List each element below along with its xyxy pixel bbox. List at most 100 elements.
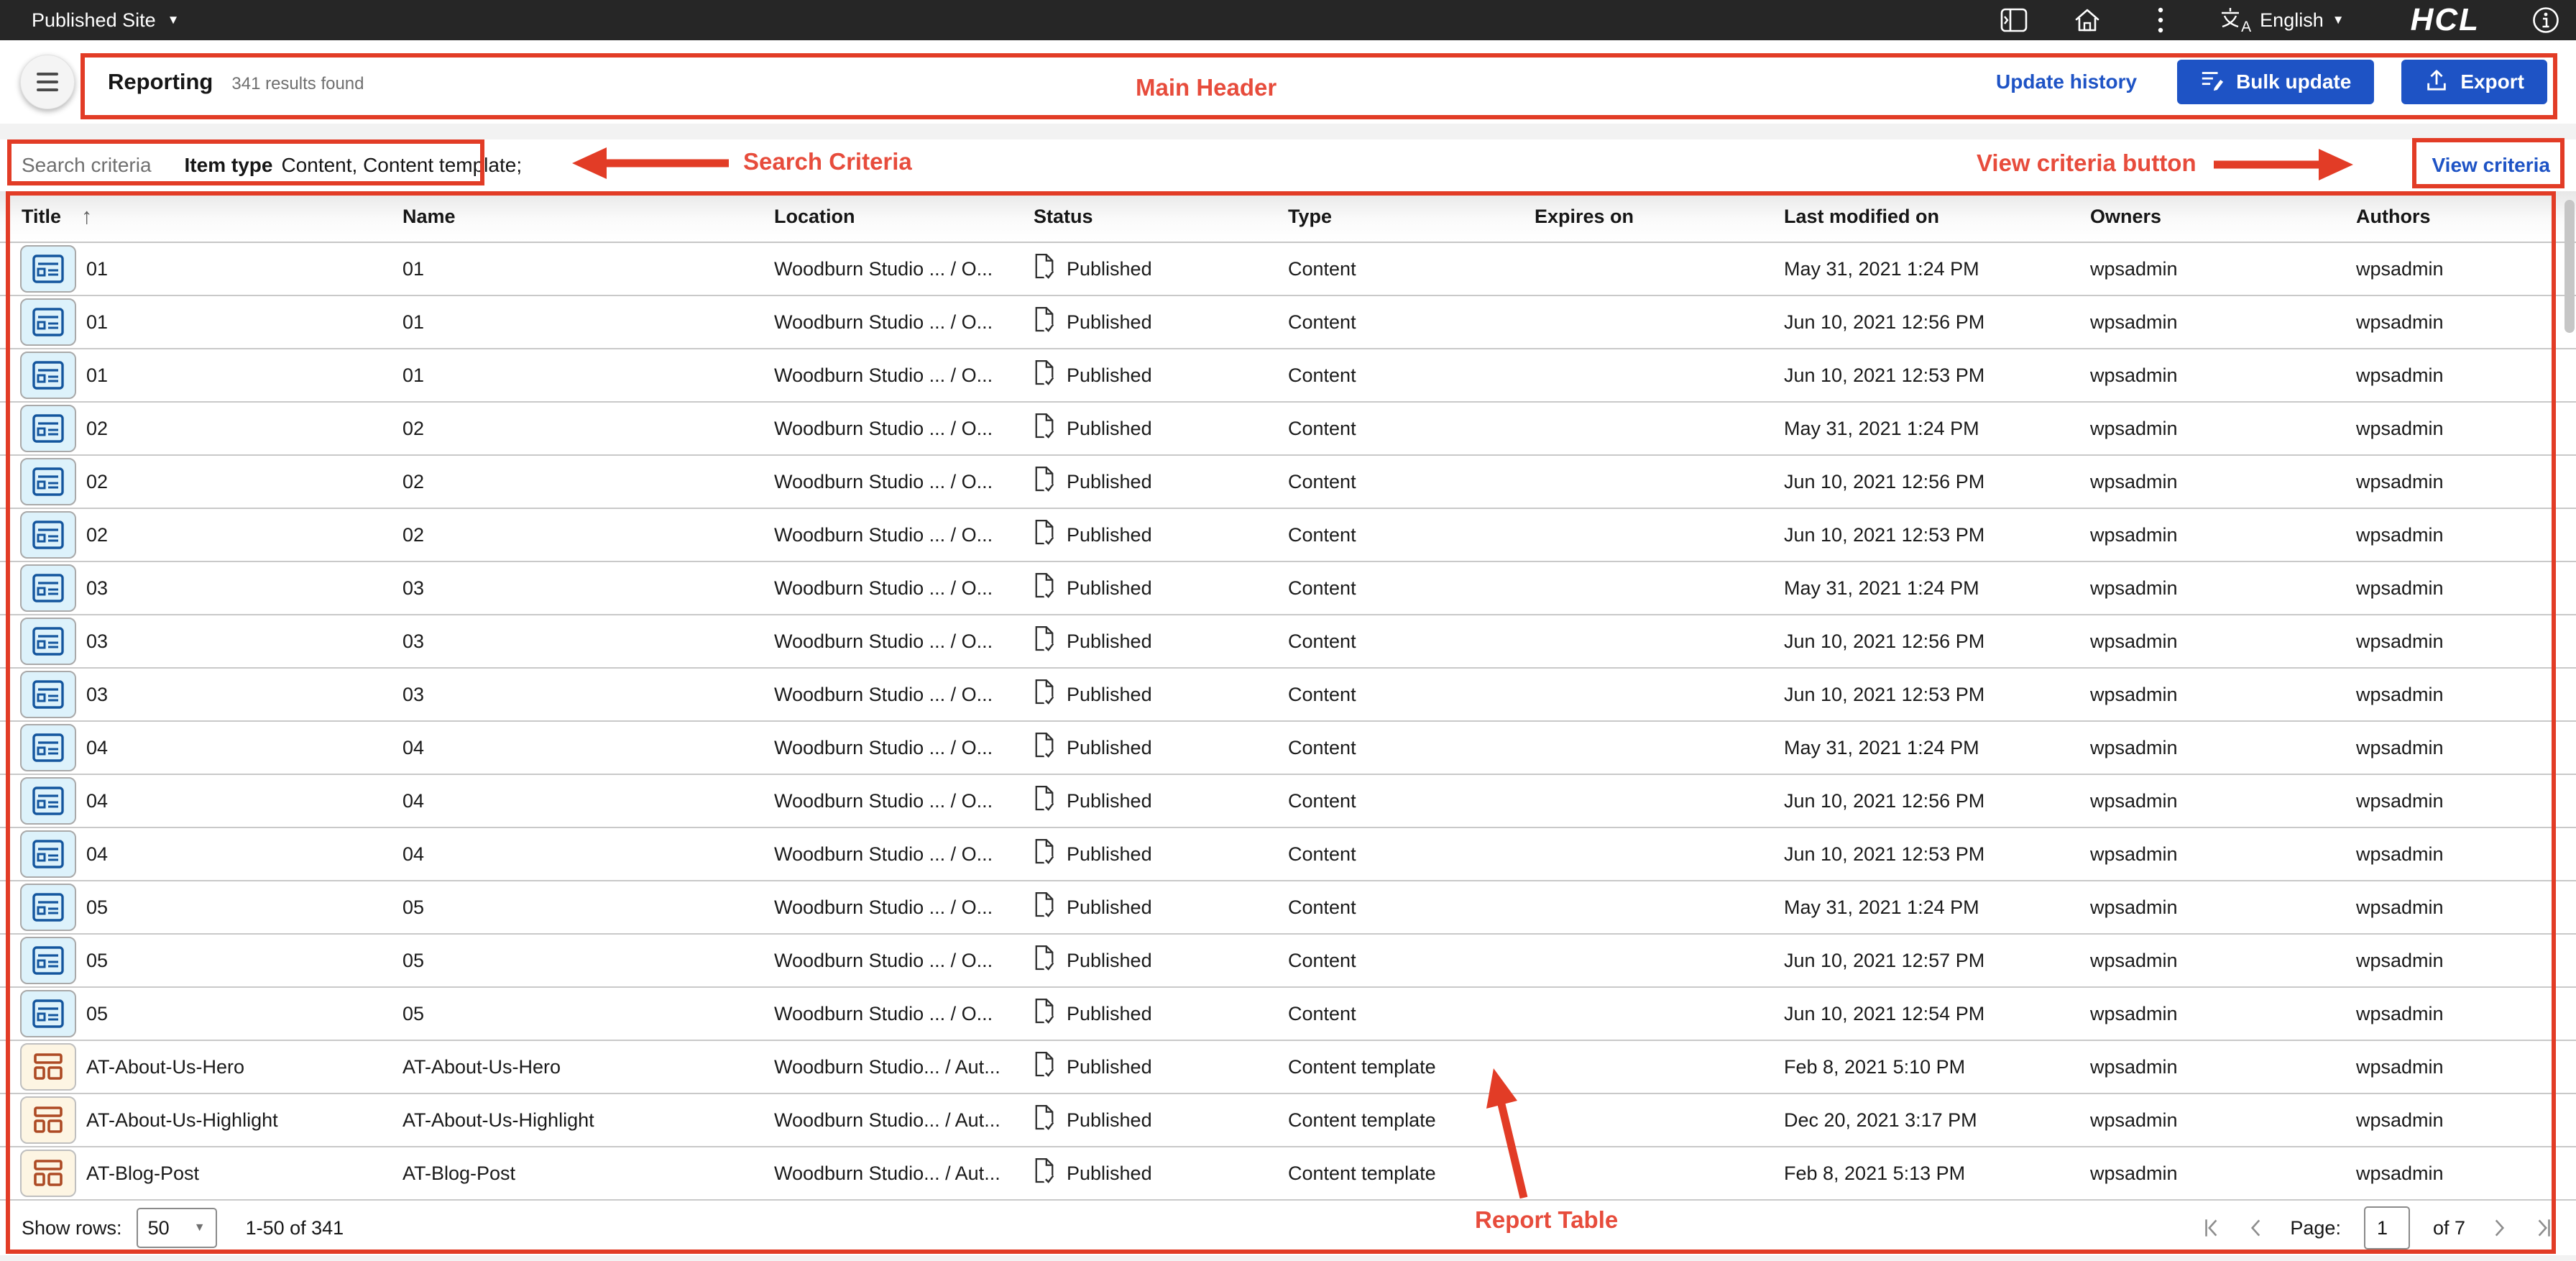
cell-status: Published [1034,1104,1288,1137]
language-selector[interactable]: A English ▼ [2220,6,2344,35]
hcl-logo: HCL [2411,2,2480,38]
show-rows-label: Show rows: [22,1217,122,1239]
cell-authors: wpsadmin [2356,1109,2576,1132]
previous-page-button[interactable] [2245,1216,2267,1240]
table-row[interactable]: 05 05 Woodburn Studio ... / O... Publish… [0,935,2576,988]
content-icon [20,564,76,612]
table-row[interactable]: 05 05 Woodburn Studio ... / O... Publish… [0,881,2576,935]
home-icon[interactable] [2073,6,2102,35]
cell-name: 03 [402,577,774,600]
info-icon[interactable] [2531,6,2560,35]
cell-authors: wpsadmin [2356,1056,2576,1078]
cell-title: 02 [0,405,402,452]
content-icon [20,298,76,346]
chevron-down-icon: ▼ [167,13,180,27]
table-header-row: Title ↑ Name Location Status Type Expire… [0,191,2576,243]
table-row[interactable]: AT-Blog-Post AT-Blog-Post Woodburn Studi… [0,1147,2576,1201]
update-history-link[interactable]: Update history [1996,70,2137,93]
cell-owners: wpsadmin [2090,364,2356,387]
cell-title: 05 [0,990,402,1037]
cell-authors: wpsadmin [2356,471,2576,493]
cell-owners: wpsadmin [2090,843,2356,866]
cell-location: Woodburn Studio ... / O... [774,577,1034,600]
cell-status: Published [1034,838,1288,871]
last-page-button[interactable] [2533,1216,2554,1240]
scrollbar-thumb[interactable] [2564,200,2575,333]
export-button[interactable]: Export [2401,60,2547,104]
cell-name: 01 [402,258,774,280]
cell-authors: wpsadmin [2356,630,2576,653]
table-row[interactable]: 05 05 Woodburn Studio ... / O... Publish… [0,988,2576,1041]
content-icon [20,618,76,665]
column-header-expires-on[interactable]: Expires on [1535,206,1784,228]
cell-owners: wpsadmin [2090,897,2356,919]
published-status-icon [1034,572,1055,605]
table-row[interactable]: AT-About-Us-Hero AT-About-Us-Hero Woodbu… [0,1041,2576,1094]
sort-ascending-icon[interactable]: ↑ [81,203,93,229]
view-criteria-button[interactable]: View criteria [2432,154,2550,177]
menu-hamburger-button[interactable] [20,55,75,109]
cell-location: Woodburn Studio ... / O... [774,364,1034,387]
table-row[interactable]: 04 04 Woodburn Studio ... / O... Publish… [0,828,2576,881]
column-header-owners[interactable]: Owners [2090,206,2356,228]
cell-authors: wpsadmin [2356,790,2576,812]
table-row[interactable]: 02 02 Woodburn Studio ... / O... Publish… [0,509,2576,562]
table-row[interactable]: 01 01 Woodburn Studio ... / O... Publish… [0,296,2576,349]
table-row[interactable]: 04 04 Woodburn Studio ... / O... Publish… [0,775,2576,828]
cell-title: 02 [0,511,402,559]
column-header-location[interactable]: Location [774,206,1034,228]
table-row[interactable]: 03 03 Woodburn Studio ... / O... Publish… [0,669,2576,722]
main-header: Reporting 341 results found Update histo… [0,40,2576,124]
cell-authors: wpsadmin [2356,577,2576,600]
table-row[interactable]: 04 04 Woodburn Studio ... / O... Publish… [0,722,2576,775]
cell-type: Content [1288,950,1535,972]
cell-owners: wpsadmin [2090,630,2356,653]
site-selector-dropdown[interactable]: Published Site ▼ [32,9,179,32]
cell-last-modified-on: Jun 10, 2021 12:56 PM [1784,311,2090,334]
cell-location: Woodburn Studio... / Aut... [774,1163,1034,1185]
cell-location: Woodburn Studio ... / O... [774,950,1034,972]
cell-type: Content [1288,364,1535,387]
table-row[interactable]: AT-About-Us-Highlight AT-About-Us-Highli… [0,1094,2576,1147]
published-status-icon [1034,785,1055,817]
table-row[interactable]: 03 03 Woodburn Studio ... / O... Publish… [0,562,2576,615]
column-header-type[interactable]: Type [1288,206,1535,228]
content-icon [20,884,76,931]
column-header-authors[interactable]: Authors [2356,206,2576,228]
cell-last-modified-on: Jun 10, 2021 12:53 PM [1784,684,2090,706]
cell-type: Content [1288,524,1535,546]
cell-title: 03 [0,671,402,718]
table-row[interactable]: 02 02 Woodburn Studio ... / O... Publish… [0,403,2576,456]
published-status-icon [1034,838,1055,871]
first-page-button[interactable] [2201,1216,2222,1240]
cell-status: Published [1034,785,1288,817]
cell-title: 01 [0,352,402,399]
cell-owners: wpsadmin [2090,258,2356,280]
cell-title: 05 [0,937,402,984]
show-rows-select[interactable]: 50 ▼ [137,1208,217,1248]
column-header-name[interactable]: Name [402,206,774,228]
table-row[interactable]: 01 01 Woodburn Studio ... / O... Publish… [0,243,2576,296]
column-header-title[interactable]: Title ↑ [0,203,402,229]
overflow-menu-icon[interactable] [2146,6,2175,35]
cell-location: Woodburn Studio ... / O... [774,311,1034,334]
table-row[interactable]: 03 03 Woodburn Studio ... / O... Publish… [0,615,2576,669]
cell-name: 04 [402,790,774,812]
page-number-input[interactable] [2364,1206,2410,1249]
content-template-icon [20,1096,76,1144]
side-panel-icon[interactable] [2000,6,2028,35]
bulk-update-button[interactable]: Bulk update [2177,60,2374,104]
next-page-button[interactable] [2488,1216,2510,1240]
cell-last-modified-on: Dec 20, 2021 3:17 PM [1784,1109,2090,1132]
column-header-status[interactable]: Status [1034,206,1288,228]
content-icon [20,511,76,559]
cell-location: Woodburn Studio ... / O... [774,684,1034,706]
cell-status: Published [1034,253,1288,285]
table-row[interactable]: 02 02 Woodburn Studio ... / O... Publish… [0,456,2576,509]
cell-owners: wpsadmin [2090,737,2356,759]
cell-last-modified-on: Jun 10, 2021 12:57 PM [1784,950,2090,972]
column-header-last-modified-on[interactable]: Last modified on [1784,206,2090,228]
published-status-icon [1034,306,1055,339]
search-criteria-label: Search criteria [22,154,152,177]
table-row[interactable]: 01 01 Woodburn Studio ... / O... Publish… [0,349,2576,403]
